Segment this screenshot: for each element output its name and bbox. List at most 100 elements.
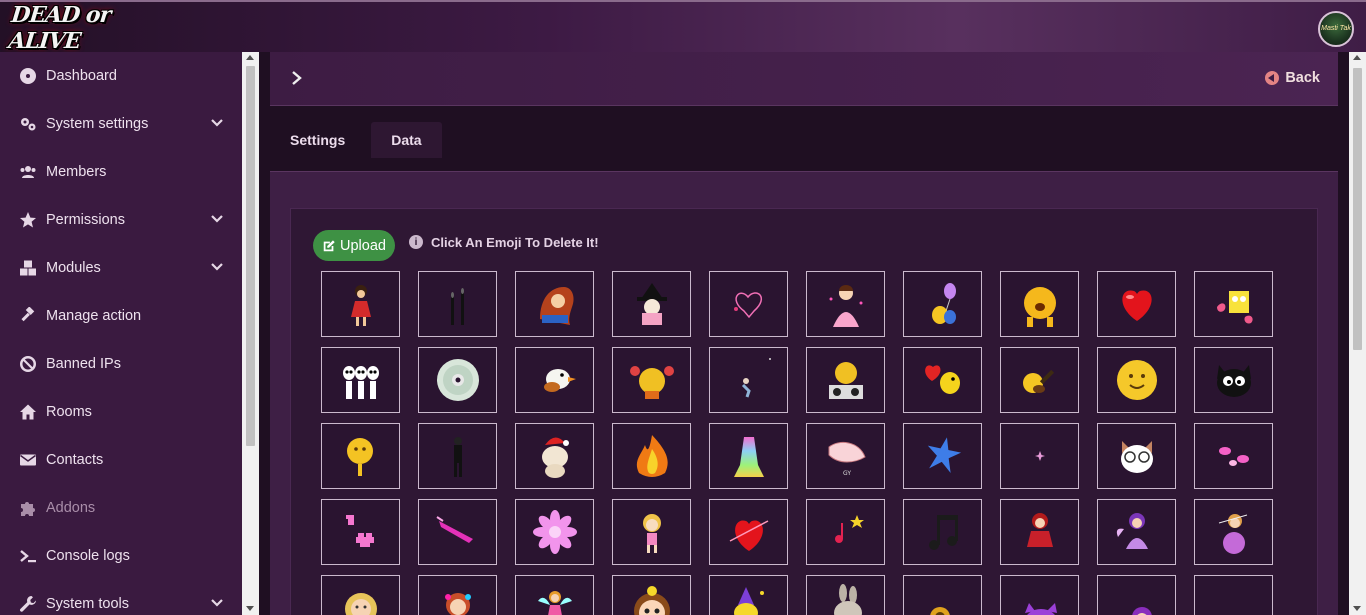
red-doll-emoji: [1026, 513, 1053, 547]
emoji-tile[interactable]: [612, 499, 691, 565]
emoji-tile[interactable]: [1097, 575, 1176, 615]
emoji-tile[interactable]: [321, 347, 400, 413]
star-icon: [18, 210, 38, 230]
sidebar-item-label: Modules: [46, 260, 101, 276]
tab-settings[interactable]: Settings: [270, 122, 365, 158]
sidebar-item-console-logs[interactable]: Console logs: [0, 532, 242, 580]
scroll-up-arrow[interactable]: [1353, 55, 1361, 60]
emoji-tile[interactable]: [1194, 347, 1273, 413]
sidebar-item-members[interactable]: Members: [0, 148, 242, 196]
emoji-tile[interactable]: [903, 347, 982, 413]
emoji-tile[interactable]: [806, 271, 885, 337]
emoji-tile[interactable]: [1097, 271, 1176, 337]
cubes-icon: [18, 258, 38, 278]
sidebar-item-permissions[interactable]: Permissions: [0, 196, 242, 244]
emoji-tile[interactable]: [515, 347, 594, 413]
page-scrollbar[interactable]: [1349, 52, 1366, 615]
emoji-tile[interactable]: [806, 347, 885, 413]
pink-streak-emoji: [435, 516, 473, 543]
emoji-tile[interactable]: [1097, 347, 1176, 413]
chevron-down-icon[interactable]: [210, 212, 224, 226]
upload-button[interactable]: Upload: [313, 230, 395, 261]
emoji-tile[interactable]: [418, 271, 497, 337]
sidebar-scrollbar[interactable]: [242, 52, 259, 615]
sidebar-item-manage-action[interactable]: Manage action: [0, 292, 242, 340]
breadcrumb-bar: Back: [270, 52, 1338, 106]
site-logo[interactable]: DEAD or ALIVE: [7, 2, 150, 54]
chevron-down-icon[interactable]: [210, 260, 224, 274]
music-note-emoji: [834, 515, 864, 543]
emoji-tile[interactable]: [1000, 423, 1079, 489]
emoji-tile[interactable]: [1194, 423, 1273, 489]
sidebar-item-label: Members: [46, 164, 107, 180]
emoji-tile[interactable]: [515, 423, 594, 489]
sidebar-item-system-tools[interactable]: System tools: [0, 580, 242, 615]
sidebar-item-dashboard[interactable]: Dashboard: [0, 52, 242, 100]
emoji-tile[interactable]: [418, 499, 497, 565]
emoji-tile[interactable]: [515, 575, 594, 615]
sidebar-item-rooms[interactable]: Rooms: [0, 388, 242, 436]
emoji-tile[interactable]: [612, 347, 691, 413]
emoji-tile[interactable]: [709, 271, 788, 337]
emoji-tile[interactable]: [1000, 347, 1079, 413]
sponge-emoji: [1216, 291, 1253, 324]
chevron-down-icon[interactable]: [210, 116, 224, 130]
emoji-tile[interactable]: [321, 575, 400, 615]
emoji-tile[interactable]: [515, 499, 594, 565]
emoji-tile[interactable]: [612, 575, 691, 615]
emoji-tile[interactable]: [903, 271, 982, 337]
emoji-tile[interactable]: [321, 271, 400, 337]
user-avatar[interactable]: Masti Tak: [1318, 11, 1354, 47]
emoji-tile[interactable]: [903, 499, 982, 565]
emoji-tile[interactable]: [709, 423, 788, 489]
sidebar-item-contacts[interactable]: Contacts: [0, 436, 242, 484]
hint-text: Click An Emoji To Delete It!: [431, 234, 599, 250]
scrollbar-thumb[interactable]: [246, 66, 255, 446]
scroll-up-arrow[interactable]: [246, 55, 254, 60]
emoji-tile[interactable]: [806, 499, 885, 565]
sidebar-item-modules[interactable]: Modules: [0, 244, 242, 292]
blonde-girl-emoji: [642, 514, 661, 553]
emoji-tile[interactable]: [1000, 575, 1079, 615]
emoji-tile[interactable]: [1194, 271, 1273, 337]
emoji-tile[interactable]: [1000, 271, 1079, 337]
sidebar-item-system-settings[interactable]: System settings: [0, 100, 242, 148]
pink-candy-emoji: [1218, 447, 1249, 466]
emoji-tile[interactable]: [612, 271, 691, 337]
emoji-tile[interactable]: [1194, 575, 1273, 615]
chevron-right-icon[interactable]: [290, 69, 304, 87]
avatar-caption: Masti Tak: [1321, 25, 1351, 32]
emoji-tile[interactable]: [515, 271, 594, 337]
guitar-smiley-emoji: [1022, 369, 1054, 393]
emoji-tile[interactable]: [1097, 423, 1176, 489]
emoji-tile[interactable]: [709, 575, 788, 615]
scrollbar-thumb[interactable]: [1353, 68, 1362, 350]
black-cat-emoji: [1216, 365, 1251, 397]
tab-data[interactable]: Data: [371, 122, 442, 158]
sidebar-item-banned-ips[interactable]: Banned IPs: [0, 340, 242, 388]
emoji-tile[interactable]: [418, 575, 497, 615]
emoji-tile[interactable]: [806, 575, 885, 615]
emoji-tile[interactable]: [709, 347, 788, 413]
bubble-girl-emoji: [1218, 514, 1247, 554]
emoji-tile[interactable]: [1194, 499, 1273, 565]
scroll-down-arrow[interactable]: [246, 606, 254, 611]
emoji-tile[interactable]: [903, 423, 982, 489]
emoji-tile[interactable]: [1097, 499, 1176, 565]
back-button[interactable]: Back: [1265, 68, 1320, 88]
purple-cat-emoji: [1024, 603, 1057, 615]
chevron-down-icon[interactable]: [210, 596, 224, 610]
emoji-tile[interactable]: [709, 499, 788, 565]
crying-smiley-emoji: [1023, 287, 1056, 327]
emoji-tile[interactable]: [903, 575, 982, 615]
emoji-tile[interactable]: [612, 423, 691, 489]
emoji-tile[interactable]: GY: [806, 423, 885, 489]
scroll-down-arrow[interactable]: [1353, 606, 1361, 611]
emoji-tile[interactable]: [1000, 499, 1079, 565]
emoji-tile[interactable]: [321, 423, 400, 489]
emoji-tile[interactable]: [418, 347, 497, 413]
sidebar-item-label: System settings: [46, 116, 149, 132]
emoji-tile[interactable]: [418, 423, 497, 489]
emoji-tile[interactable]: [321, 499, 400, 565]
sidebar-item-addons[interactable]: Addons: [0, 484, 242, 532]
